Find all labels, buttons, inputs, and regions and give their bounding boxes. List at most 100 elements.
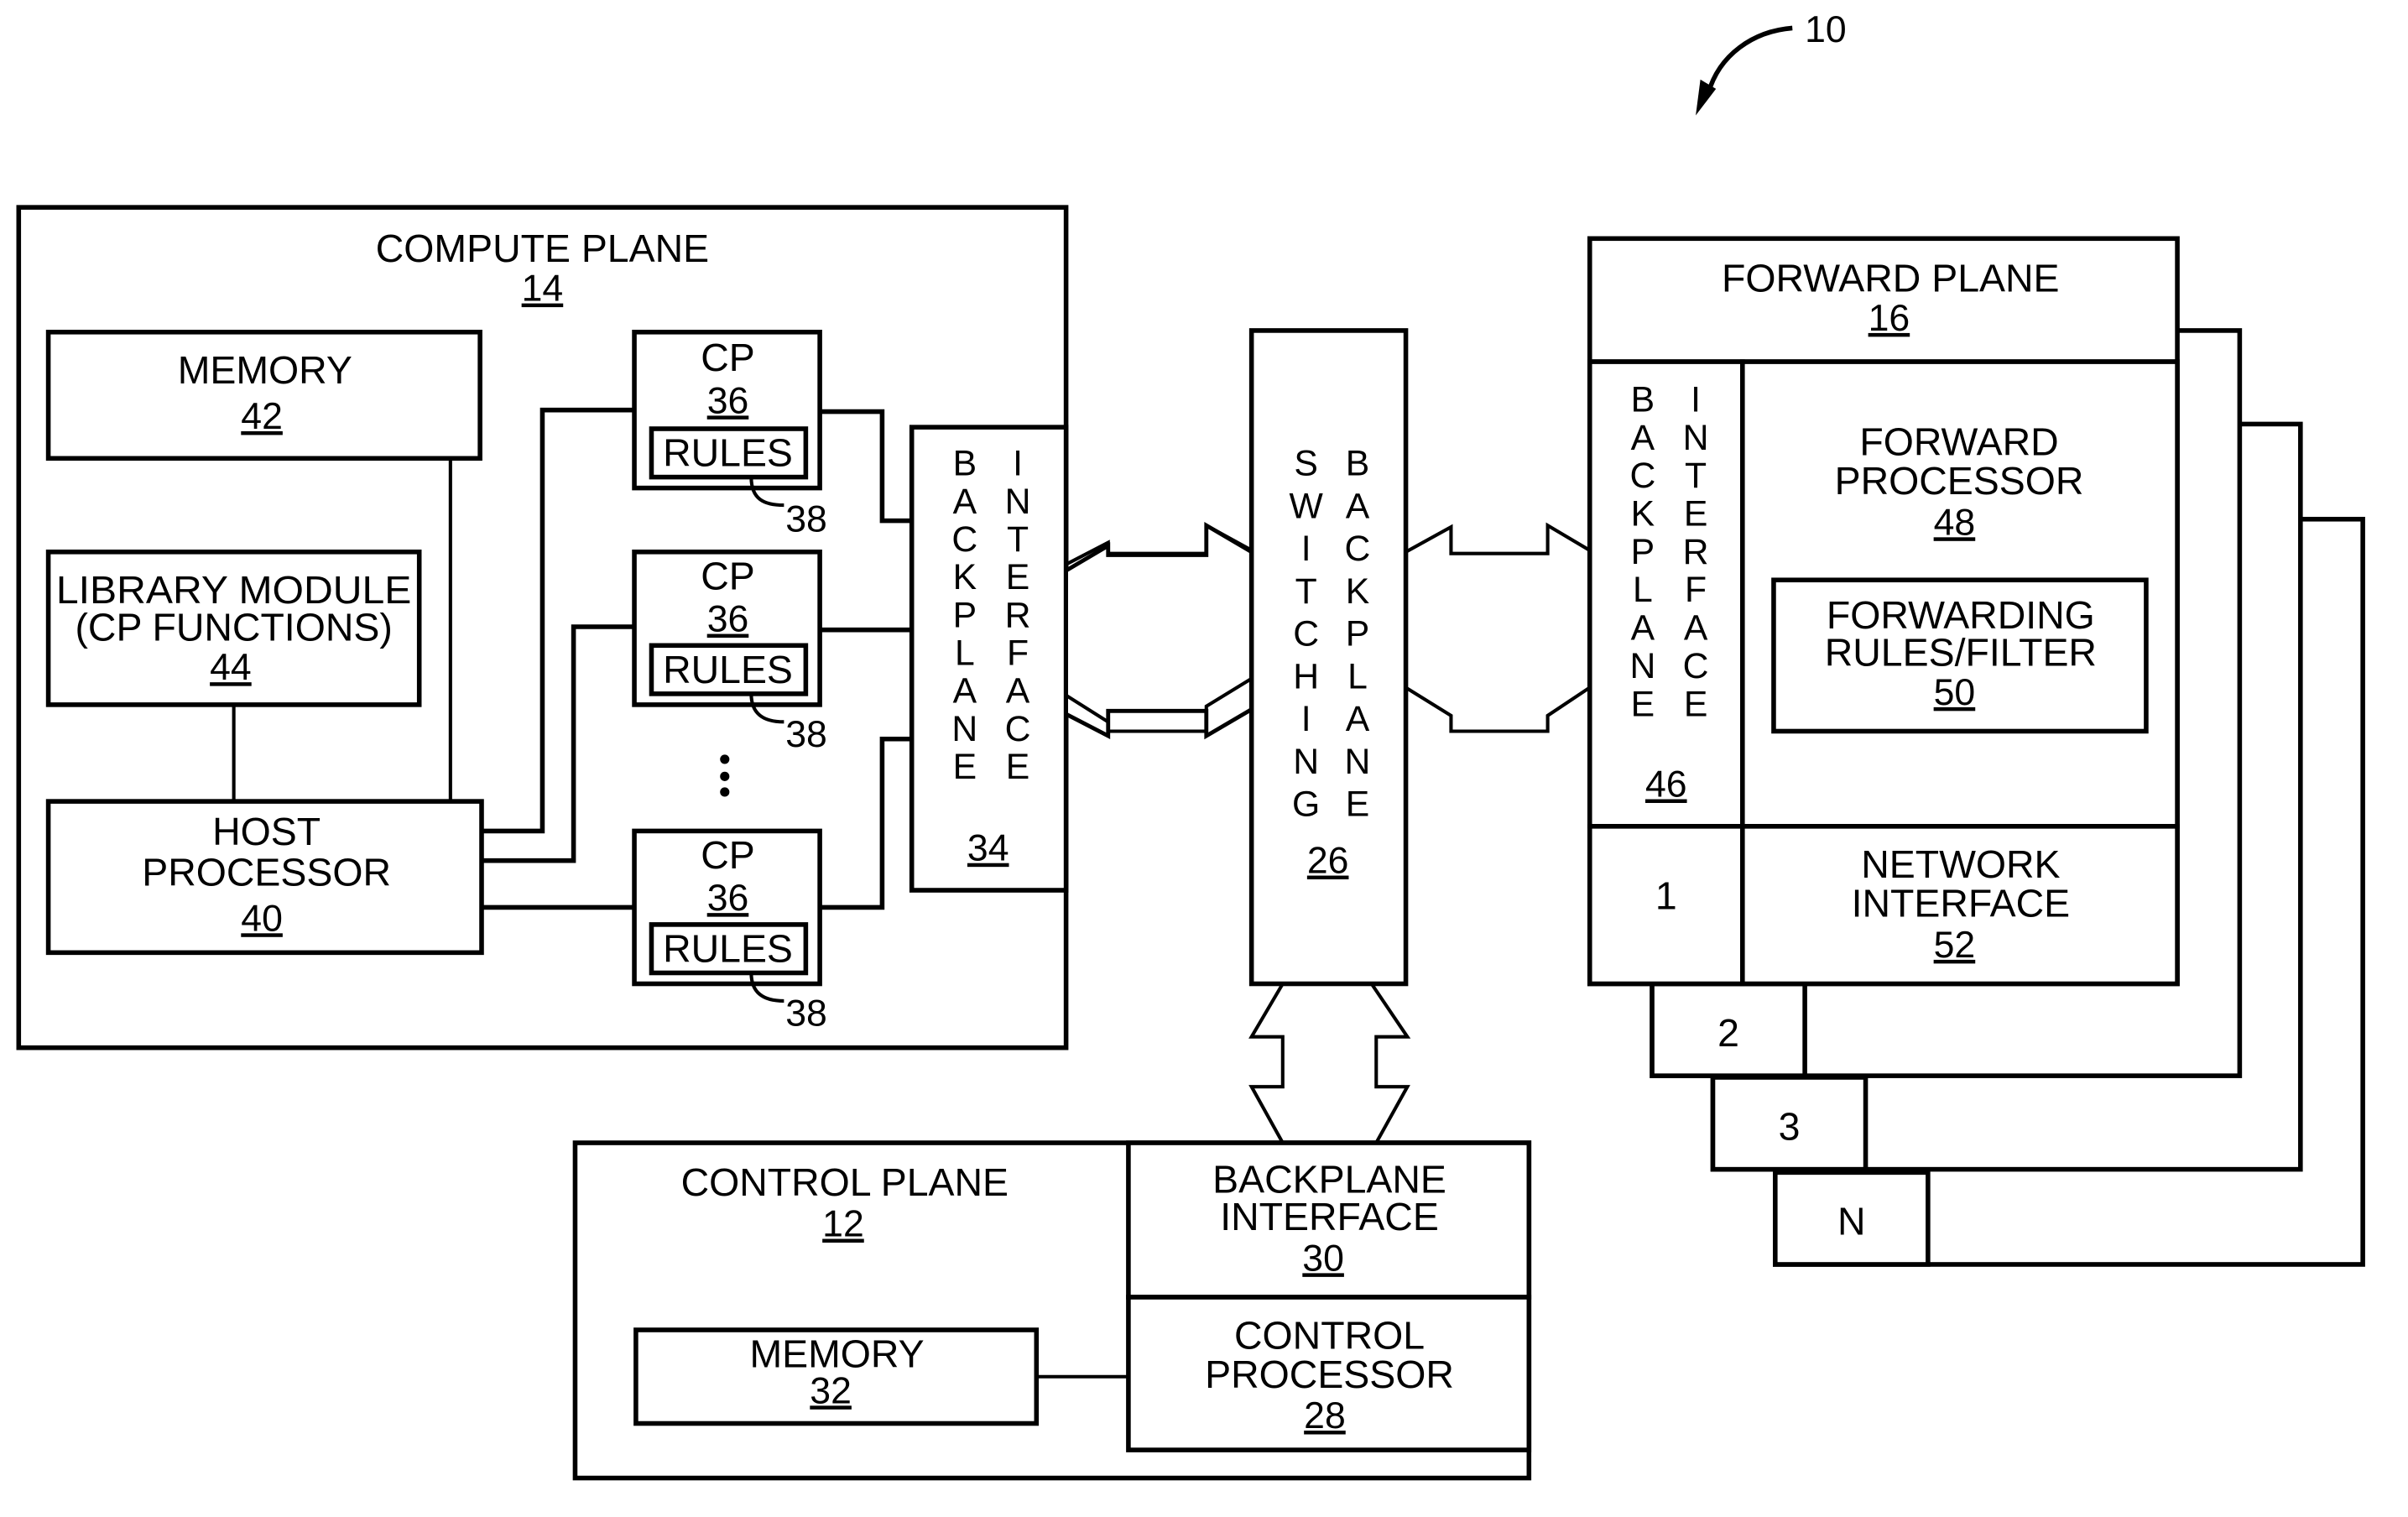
- control-memory-block[interactable]: MEMORY 32: [633, 1327, 1040, 1426]
- vertical-letter: P: [1631, 532, 1655, 572]
- forward-plane-number: 16: [1869, 298, 1910, 339]
- vertical-letter: A: [953, 671, 977, 712]
- vertical-letter: F: [1685, 570, 1707, 610]
- control-backplane-interface-block[interactable]: BACKPLANE INTERFACE 30: [1126, 1140, 1532, 1300]
- rules-ref-number: 38: [785, 714, 827, 755]
- compute-backplane-interface-box[interactable]: [909, 425, 1069, 893]
- vertical-letter: E: [1006, 557, 1029, 597]
- library-module-block[interactable]: LIBRARY MODULE (CP FUNCTIONS) 44: [45, 550, 422, 707]
- ellipsis-dot: [720, 787, 730, 797]
- switching-col2: BACKPLANE: [1345, 444, 1371, 825]
- vertical-letter: P: [953, 595, 977, 635]
- control-processor-label-line1: CONTROL: [1234, 1313, 1425, 1357]
- vertical-letter: K: [1631, 494, 1655, 534]
- host-processor-label-line2: PROCESSOR: [142, 850, 391, 894]
- switch-forward-double-arrow: [1405, 522, 1591, 733]
- vertical-letter: A: [1006, 671, 1030, 712]
- ellipsis-dot: [720, 771, 730, 781]
- vertical-letter: I: [1013, 444, 1023, 484]
- switch-forward-arrow-fill: [1409, 555, 1588, 730]
- forwarding-rules-number: 50: [1934, 672, 1976, 713]
- control-processor-block[interactable]: CONTROL PROCESSOR 28: [1126, 1295, 1532, 1452]
- vertical-letter: H: [1293, 656, 1319, 696]
- vertical-letter: K: [953, 557, 977, 597]
- vertical-letter: N: [1293, 742, 1319, 782]
- vertical-letter: E: [1631, 684, 1655, 724]
- vertical-letter: S: [1294, 444, 1317, 484]
- control-plane-title: CONTROL PLANE: [681, 1160, 1009, 1204]
- forward-backplane-interface-box[interactable]: [1587, 359, 1745, 829]
- cp-number: 36: [707, 599, 749, 640]
- ellipsis-dot: [720, 754, 730, 764]
- vertical-letter: G: [1292, 785, 1320, 825]
- vertical-letter: E: [1006, 747, 1029, 787]
- vertical-letter: A: [1631, 608, 1655, 649]
- vertical-letter: C: [1683, 646, 1709, 686]
- system-block-diagram: 10 COMPUTE PLANE 14 MEMORY 42 LIBRARY MO…: [16, 9, 2365, 1481]
- cp-label: CP: [701, 554, 755, 597]
- forward-plane-title: FORWARD PLANE: [1722, 256, 2059, 300]
- vertical-letter: I: [1301, 699, 1311, 739]
- vertical-letter: I: [1301, 529, 1311, 569]
- vertical-letter: R: [1683, 532, 1709, 572]
- switching-backplane-number: 26: [1307, 841, 1349, 882]
- vertical-letter: T: [1685, 456, 1707, 496]
- vertical-letter: W: [1290, 486, 1324, 526]
- vertical-letter: A: [1346, 486, 1370, 526]
- control-backplane-label-line2: INTERFACE: [1220, 1195, 1439, 1238]
- figure-reference-number: 10: [1805, 9, 1847, 50]
- control-backplane-number: 30: [1302, 1238, 1344, 1279]
- host-processor-number: 40: [241, 898, 283, 939]
- forward-plane-instance-1[interactable]: FORWARD PLANE 16 BACKPLANE INTERFACE 46 …: [1587, 236, 2180, 987]
- vertical-letter: N: [1629, 646, 1655, 686]
- rules-ref-number: 38: [785, 499, 827, 540]
- vertical-letter: N: [1005, 482, 1031, 522]
- compute-backplane-col1: BACKPLANE: [951, 444, 977, 787]
- vertical-letter: C: [1293, 614, 1319, 654]
- forward-processor-block[interactable]: FORWARD PROCESSOR 48 FORWARDING RULES/FI…: [1740, 359, 2180, 829]
- compute-memory-block[interactable]: MEMORY 42: [45, 330, 482, 461]
- rules-ref-number: 38: [785, 993, 827, 1035]
- vertical-letter: N: [951, 709, 977, 749]
- vertical-letter: B: [1346, 444, 1369, 484]
- vertical-letter: E: [953, 747, 977, 787]
- forward-processor-label-line2: PROCESSOR: [1835, 459, 2084, 503]
- compute-plane-title: COMPUTE PLANE: [376, 227, 709, 270]
- vertical-letter: T: [1295, 571, 1317, 612]
- cp-number: 36: [707, 878, 749, 919]
- vertical-letter: A: [1631, 418, 1655, 458]
- forward-backplane-col2: INTERFACE: [1683, 380, 1709, 725]
- forwarding-rules-block[interactable]: FORWARDING RULES/FILTER 50: [1771, 577, 2149, 734]
- switching-backplane-box[interactable]: [1248, 328, 1409, 987]
- cp-number: 36: [707, 380, 749, 421]
- forward-plane-stack: N 3 2 FORWARD PLANE 16 BACKPLANE INTERFA…: [1587, 236, 2365, 1267]
- cp-ellipsis: [720, 754, 730, 797]
- cp-label: CP: [701, 833, 755, 877]
- switching-backplane[interactable]: SWITCHING BACKPLANE 26: [1248, 328, 1409, 987]
- vertical-letter: B: [953, 444, 977, 484]
- control-plane-number: 12: [822, 1204, 864, 1245]
- vertical-letter: C: [951, 519, 977, 560]
- control-processor-label-line2: PROCESSOR: [1205, 1353, 1454, 1396]
- library-module-number: 44: [210, 647, 252, 688]
- network-interface-number: 52: [1934, 925, 1976, 966]
- host-processor-block[interactable]: HOST PROCESSOR 40: [45, 799, 484, 956]
- vertical-letter: C: [1345, 529, 1371, 569]
- network-interface-block[interactable]: NETWORK INTERFACE 52: [1740, 824, 2180, 987]
- vertical-letter: E: [1684, 494, 1707, 534]
- compute-plane: COMPUTE PLANE 14 MEMORY 42 LIBRARY MODUL…: [16, 205, 1069, 1050]
- vertical-letter: E: [1684, 684, 1707, 724]
- instance-label: N: [1837, 1200, 1866, 1243]
- vertical-letter: A: [953, 482, 977, 522]
- forward-processor-label-line1: FORWARD: [1859, 420, 2058, 464]
- figure-reference: 10: [1696, 9, 1847, 116]
- vertical-letter: C: [1629, 456, 1655, 496]
- compute-backplane-interface[interactable]: BACKPLANE INTERFACE 34: [909, 425, 1069, 893]
- cp-label: CP: [701, 336, 755, 379]
- reference-arrow-icon: [1706, 25, 1793, 95]
- rules-label: RULES: [663, 431, 793, 475]
- forward-backplane-interface[interactable]: BACKPLANE INTERFACE 46: [1587, 359, 1745, 829]
- rules-label: RULES: [663, 926, 793, 970]
- vertical-letter: N: [1345, 742, 1371, 782]
- control-memory-number: 32: [810, 1370, 852, 1411]
